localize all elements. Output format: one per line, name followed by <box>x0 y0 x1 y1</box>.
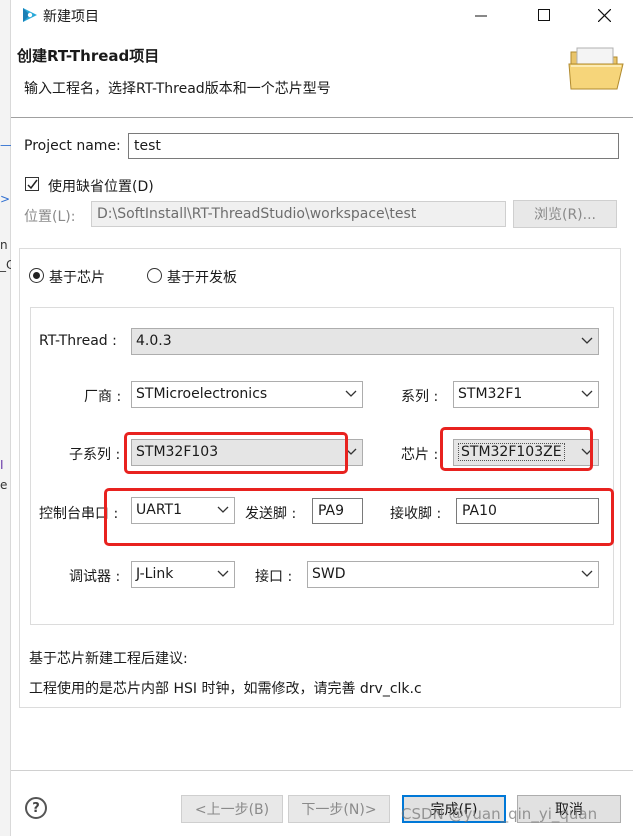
folder-icon <box>568 47 624 90</box>
rt-thread-app-icon <box>23 8 37 22</box>
title-bar: 新建项目 <box>11 0 633 30</box>
use-default-location-label: 使用缺省位置(D) <box>48 179 154 195</box>
vendor-select[interactable]: STMicroelectronics <box>131 381 363 408</box>
close-icon <box>597 8 611 22</box>
page-description: 输入工程名，选择RT-Thread版本和一个芯片型号 <box>24 81 331 97</box>
interface-select[interactable]: SWD <box>307 561 599 588</box>
based-on-board-radio[interactable] <box>147 268 162 283</box>
browse-button: 浏览(R)... <box>513 200 617 228</box>
maximize-icon <box>538 9 550 21</box>
based-on-chip-radio[interactable] <box>29 268 44 283</box>
advice-heading: 基于芯片新建工程后建议: <box>29 651 188 667</box>
next-button: 下一步(N)> <box>288 795 390 823</box>
chevron-down-icon <box>345 390 357 397</box>
page-title: 创建RT-Thread项目 <box>17 47 160 65</box>
window-title: 新建项目 <box>43 9 99 25</box>
location-label: 位置(L): <box>24 209 76 225</box>
location-input: D:\SoftInstall\RT-ThreadStudio\workspace… <box>91 201 506 227</box>
chevron-down-icon <box>581 390 593 397</box>
minimize-icon <box>475 15 487 17</box>
chip-label: 芯片 : <box>401 447 439 463</box>
highlight-subseries <box>124 432 348 474</box>
chevron-down-icon <box>581 570 593 577</box>
series-select[interactable]: STM32F1 <box>453 381 599 408</box>
series-label: 系列 : <box>401 389 439 405</box>
minimize-button[interactable] <box>458 0 504 30</box>
watermark: CSDN @yuan_qin_yi_quan <box>401 805 598 823</box>
checkmark-icon <box>26 179 38 189</box>
subseries-label: 子系列 : <box>69 447 121 463</box>
maximize-button[interactable] <box>521 0 567 30</box>
debugger-value: J-Link <box>136 566 174 582</box>
highlight-uart-pins <box>104 488 614 546</box>
wizard-header: 创建RT-Thread项目 输入工程名，选择RT-Thread版本和一个芯片型号 <box>11 30 633 118</box>
rtthread-version-label: RT-Thread : <box>39 333 117 349</box>
chevron-down-icon <box>217 570 229 577</box>
chevron-down-icon <box>581 337 593 344</box>
based-on-board-label: 基于开发板 <box>167 270 237 286</box>
rtthread-version-select[interactable]: 4.0.3 <box>131 328 599 355</box>
debugger-label: 调试器 : <box>69 569 121 585</box>
vendor-label: 厂商 : <box>84 389 122 405</box>
vendor-value: STMicroelectronics <box>136 386 268 402</box>
help-icon[interactable]: ? <box>25 797 47 819</box>
based-on-chip-label: 基于芯片 <box>49 270 105 286</box>
interface-value: SWD <box>312 566 346 582</box>
close-button[interactable] <box>581 0 627 30</box>
use-default-location-checkbox[interactable] <box>25 177 39 191</box>
highlight-chip <box>440 427 593 471</box>
footer-separator <box>11 770 633 771</box>
new-project-dialog: 新建项目 创建RT-Thread项目 输入工程名，选择RT-Thread版本和一… <box>11 0 633 836</box>
project-name-label: Project name: <box>24 138 121 154</box>
debugger-select[interactable]: J-Link <box>131 561 235 588</box>
series-value: STM32F1 <box>458 386 523 402</box>
rtthread-version-value: 4.0.3 <box>136 333 172 349</box>
background-window-edge: — > n _C I e <box>0 0 14 836</box>
interface-label: 接口 : <box>255 569 293 585</box>
project-name-input[interactable]: test <box>128 133 619 159</box>
advice-text: 工程使用的是芯片内部 HSI 时钟，如需修改，请完善 drv_clk.c <box>29 681 422 697</box>
back-button: <上一步(B) <box>181 795 283 823</box>
